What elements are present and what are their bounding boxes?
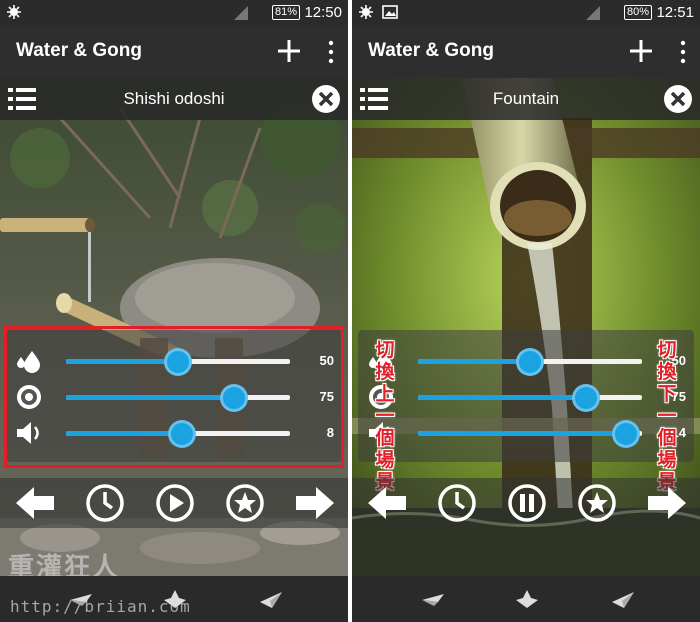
slider-track[interactable]: [418, 384, 642, 412]
annotation-highlight-box: [4, 326, 344, 468]
slider-fill: [418, 359, 530, 364]
add-icon[interactable]: [276, 36, 302, 66]
playback-controls: [352, 478, 700, 528]
recents-nav-icon[interactable]: [258, 588, 284, 610]
annotation-next-scene: 切換下一個場景: [657, 340, 677, 493]
status-clock: 12:51: [656, 4, 694, 21]
app-title: Water & Gong: [16, 40, 142, 61]
home-nav-icon[interactable]: [162, 588, 188, 610]
navigation-bar: http://briian.com: [0, 576, 348, 622]
prev-scene-icon[interactable]: [366, 482, 408, 524]
slider-fill: [418, 431, 627, 436]
status-clock: 12:50: [304, 4, 342, 21]
timer-icon[interactable]: [84, 482, 126, 524]
scene-list-icon[interactable]: [360, 86, 388, 112]
signal-icon: [586, 6, 600, 20]
slider-track[interactable]: [418, 348, 642, 376]
next-scene-icon[interactable]: [646, 482, 688, 524]
right-phone-screen: 80% 12:51 Water & Gong Fountain 50 75 14…: [352, 0, 700, 622]
overflow-menu-icon[interactable]: [326, 40, 336, 64]
favorite-icon[interactable]: [576, 482, 618, 524]
gear-icon: [359, 5, 373, 19]
close-icon[interactable]: [310, 83, 342, 115]
scene-title: Fountain: [492, 89, 560, 108]
scene-title: Shishi odoshi: [123, 89, 225, 108]
left-phone-screen: 81% 12:50 Water & Gong Shishi odoshi 50 …: [0, 0, 348, 622]
overflow-menu-icon[interactable]: [678, 40, 688, 64]
slider-thumb[interactable]: [516, 348, 544, 376]
status-bar: 81% 12:50: [0, 0, 348, 26]
back-nav-icon[interactable]: [420, 588, 446, 610]
slider-row-ambient: 75: [358, 380, 694, 414]
battery-indicator: 81%: [271, 5, 300, 20]
slider-row-volume: 14: [358, 416, 694, 450]
signal-icon: [234, 6, 248, 20]
timer-icon[interactable]: [436, 482, 478, 524]
volume-slider-panel: 50 75 14: [358, 330, 694, 462]
gear-icon: [7, 5, 21, 19]
slider-fill: [418, 395, 586, 400]
app-bar: Water & Gong: [0, 26, 348, 78]
battery-indicator: 80%: [623, 5, 652, 20]
prev-scene-icon[interactable]: [14, 482, 56, 524]
scene-title-bar: Fountain: [352, 78, 700, 120]
app-bar: Water & Gong: [352, 26, 700, 78]
play-icon[interactable]: [154, 482, 196, 524]
slider-track[interactable]: [418, 420, 642, 448]
slider-thumb[interactable]: [612, 420, 641, 448]
scene-title-bar: Shishi odoshi: [0, 78, 348, 120]
image-icon: [382, 5, 398, 19]
next-scene-icon[interactable]: [294, 482, 336, 524]
app-title: Water & Gong: [368, 40, 494, 61]
navigation-bar: [352, 576, 700, 622]
close-icon[interactable]: [662, 83, 694, 115]
pause-icon[interactable]: [506, 482, 548, 524]
scene-list-icon[interactable]: [8, 86, 36, 112]
home-nav-icon[interactable]: [514, 588, 540, 610]
annotation-prev-scene: 切換上一個場景: [375, 340, 395, 493]
slider-row-water: 50: [358, 344, 694, 378]
favorite-icon[interactable]: [224, 482, 266, 524]
back-nav-icon[interactable]: [68, 588, 94, 610]
slider-thumb[interactable]: [572, 384, 600, 412]
add-icon[interactable]: [628, 36, 654, 66]
playback-controls: [0, 478, 348, 528]
recents-nav-icon[interactable]: [610, 588, 636, 610]
status-bar: 80% 12:51: [352, 0, 700, 26]
